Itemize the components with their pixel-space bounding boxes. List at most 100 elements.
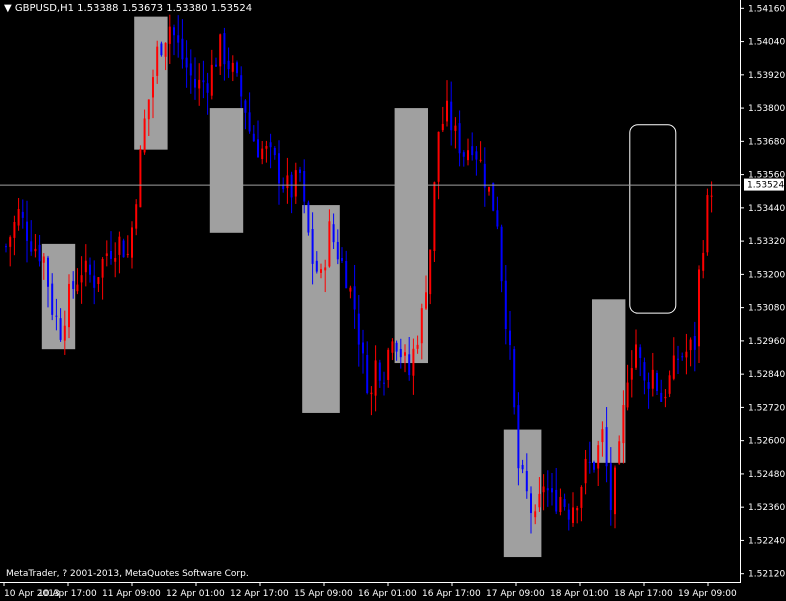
candle-body bbox=[706, 195, 709, 253]
candle-body bbox=[143, 118, 146, 153]
session-box-2 bbox=[134, 16, 168, 150]
y-tick-label: 1.52120 bbox=[748, 570, 785, 580]
candle-body bbox=[580, 486, 583, 508]
candle-body bbox=[181, 38, 184, 60]
candle-body bbox=[21, 211, 24, 218]
candle-body bbox=[420, 308, 423, 344]
candle-body bbox=[9, 237, 12, 247]
candle-body bbox=[34, 248, 37, 252]
candle-body bbox=[147, 99, 150, 120]
candle-body bbox=[597, 445, 600, 469]
candle-body bbox=[164, 42, 167, 57]
price-chart[interactable]: 1.54160 1.54040 1.53920 1.53800 1.53680 1.535… bbox=[0, 0, 786, 601]
candle-body bbox=[131, 227, 133, 258]
candle-body bbox=[38, 244, 41, 262]
y-tick-label: 1.52360 bbox=[748, 503, 785, 513]
candle-body bbox=[525, 470, 528, 492]
session-box-1 bbox=[41, 243, 76, 350]
candle-body bbox=[660, 392, 663, 402]
x-tick-label: 18 Apr 01:00 bbox=[550, 589, 609, 599]
candle-body bbox=[315, 260, 318, 272]
chart-background bbox=[0, 0, 786, 601]
candle-body bbox=[521, 464, 524, 470]
candle-body bbox=[210, 64, 213, 96]
candle-body bbox=[647, 382, 650, 389]
candle-body bbox=[475, 151, 478, 160]
candle-body bbox=[219, 34, 222, 67]
candle-body bbox=[534, 511, 537, 518]
candle-body bbox=[664, 396, 667, 399]
candle-body bbox=[462, 152, 465, 157]
candle-body bbox=[488, 186, 490, 192]
candle-body bbox=[202, 80, 205, 83]
candle-body bbox=[593, 462, 595, 470]
symbol-label: GBPUSD,H1 bbox=[14, 3, 74, 14]
candle-body bbox=[173, 27, 175, 36]
candle-body bbox=[479, 159, 482, 161]
candle-body bbox=[441, 123, 444, 131]
candle-body bbox=[622, 405, 625, 444]
candle-body bbox=[513, 349, 516, 408]
candle-body bbox=[349, 287, 352, 292]
candle-body bbox=[635, 344, 637, 368]
candle-body bbox=[689, 339, 692, 351]
candle-body bbox=[198, 79, 201, 89]
x-tick-label: 12 Apr 01:00 bbox=[166, 589, 225, 599]
candle-body bbox=[341, 257, 343, 261]
candle-body bbox=[433, 182, 436, 251]
candle-body bbox=[353, 286, 356, 310]
candle-body bbox=[185, 57, 188, 68]
chart-menu-triangle-icon[interactable]: ▼ bbox=[4, 3, 12, 14]
candle-body bbox=[194, 78, 196, 88]
candle-body bbox=[710, 195, 713, 197]
candle-body bbox=[450, 101, 453, 131]
candle-body bbox=[47, 257, 49, 287]
y-tick-label: 1.52240 bbox=[748, 536, 785, 546]
candle-body bbox=[374, 360, 377, 396]
candle-body bbox=[471, 146, 474, 156]
candle-body bbox=[324, 267, 327, 271]
y-tick-label: 1.52840 bbox=[748, 370, 785, 380]
candle-body bbox=[110, 250, 112, 259]
candle-body bbox=[13, 222, 16, 238]
candle-body bbox=[446, 100, 448, 122]
candle-body bbox=[135, 204, 138, 229]
candle-body bbox=[294, 170, 297, 197]
candle-body bbox=[240, 75, 243, 97]
candle-body bbox=[269, 142, 272, 148]
candle-body bbox=[114, 257, 117, 262]
candle-body bbox=[563, 499, 566, 507]
candle-body bbox=[509, 330, 511, 346]
candle-body bbox=[492, 182, 495, 211]
candle-body bbox=[168, 26, 171, 44]
candle-body bbox=[126, 253, 129, 255]
session-box-3 bbox=[209, 108, 244, 233]
candle-body bbox=[412, 348, 415, 376]
candle-body bbox=[152, 77, 154, 98]
candle-body bbox=[273, 147, 276, 156]
candle-body bbox=[366, 354, 369, 394]
candle-body bbox=[139, 148, 142, 208]
candle-body bbox=[311, 229, 314, 264]
candle-body bbox=[383, 382, 385, 384]
candle-body bbox=[614, 467, 616, 515]
candle-body bbox=[437, 131, 440, 182]
candle-body bbox=[118, 236, 121, 255]
x-tick-label: 15 Apr 09:00 bbox=[294, 589, 353, 599]
candle-body bbox=[425, 292, 427, 309]
candle-body bbox=[278, 153, 280, 184]
candle-body bbox=[223, 33, 226, 65]
candle-body bbox=[702, 252, 705, 271]
x-tick-label: 11 Apr 09:00 bbox=[102, 589, 161, 599]
candle-body bbox=[555, 489, 558, 512]
candle-body bbox=[588, 461, 591, 463]
candle-body bbox=[160, 43, 163, 56]
candle-body bbox=[643, 362, 646, 381]
y-tick-label: 1.52600 bbox=[748, 437, 785, 447]
candle-body bbox=[68, 283, 70, 328]
current-price-value: 1.53524 bbox=[747, 181, 784, 191]
candle-body bbox=[576, 507, 579, 511]
candle-body bbox=[698, 269, 700, 347]
candle-body bbox=[231, 62, 234, 72]
y-tick-label: 1.52720 bbox=[748, 403, 785, 413]
